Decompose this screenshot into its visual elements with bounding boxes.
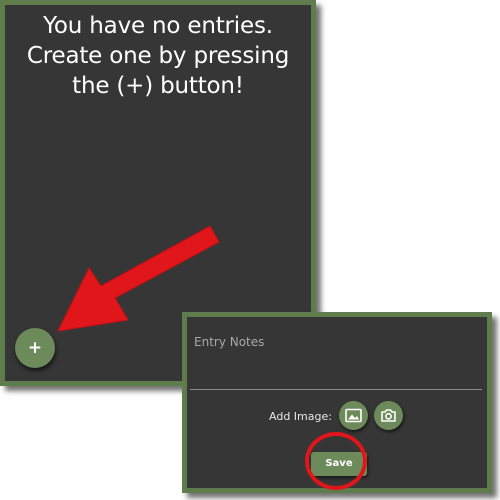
empty-state-line-3: the (+) button! xyxy=(72,73,244,99)
entry-notes-placeholder: Entry Notes xyxy=(194,335,265,349)
empty-state-line-2: Create one by pressing xyxy=(26,43,290,69)
add-image-row: Add Image: xyxy=(187,401,487,431)
camera-button[interactable] xyxy=(374,401,403,430)
gallery-button[interactable] xyxy=(339,401,368,430)
camera-icon xyxy=(381,409,396,422)
empty-state-message: You have no entries. Create one by press… xyxy=(13,11,303,101)
image-gallery-icon xyxy=(345,408,362,423)
empty-state-line-1: You have no entries. xyxy=(43,13,273,39)
entry-editor: Entry Notes Add Image: Save xyxy=(182,312,492,493)
entry-notes-field[interactable]: Entry Notes xyxy=(190,321,482,390)
save-button[interactable]: Save xyxy=(311,452,367,476)
tutorial-composite: You have no entries. Create one by press… xyxy=(0,0,500,500)
add-image-label: Add Image: xyxy=(269,410,332,423)
add-entry-button[interactable]: + xyxy=(15,328,55,368)
